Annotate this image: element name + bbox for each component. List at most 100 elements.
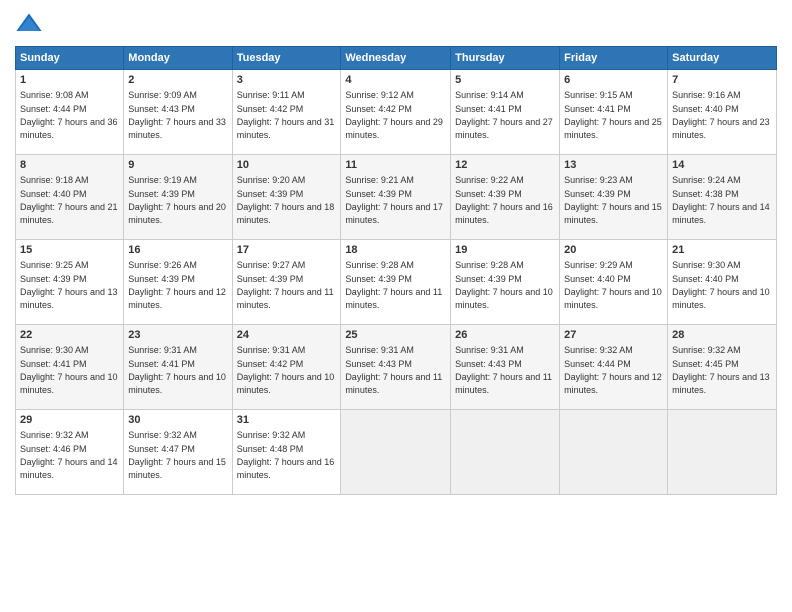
day-info: Sunrise: 9:08 AMSunset: 4:44 PMDaylight:… [20,90,118,140]
day-info: Sunrise: 9:21 AMSunset: 4:39 PMDaylight:… [345,175,443,225]
calendar-cell: 17 Sunrise: 9:27 AMSunset: 4:39 PMDaylig… [232,240,341,325]
column-header-wednesday: Wednesday [341,47,451,70]
calendar-cell: 30 Sunrise: 9:32 AMSunset: 4:47 PMDaylig… [124,410,232,495]
day-info: Sunrise: 9:32 AMSunset: 4:46 PMDaylight:… [20,430,118,480]
day-number: 7 [672,73,772,88]
calendar-cell: 7 Sunrise: 9:16 AMSunset: 4:40 PMDayligh… [668,70,777,155]
calendar-cell: 25 Sunrise: 9:31 AMSunset: 4:43 PMDaylig… [341,325,451,410]
day-number: 1 [20,73,119,88]
column-header-friday: Friday [560,47,668,70]
calendar-cell: 14 Sunrise: 9:24 AMSunset: 4:38 PMDaylig… [668,155,777,240]
header [15,10,777,38]
day-number: 19 [455,243,555,258]
calendar-cell: 13 Sunrise: 9:23 AMSunset: 4:39 PMDaylig… [560,155,668,240]
calendar-cell: 19 Sunrise: 9:28 AMSunset: 4:39 PMDaylig… [451,240,560,325]
calendar-cell: 1 Sunrise: 9:08 AMSunset: 4:44 PMDayligh… [16,70,124,155]
day-number: 6 [564,73,663,88]
day-info: Sunrise: 9:29 AMSunset: 4:40 PMDaylight:… [564,260,662,310]
day-number: 17 [237,243,337,258]
day-number: 22 [20,328,119,343]
day-number: 20 [564,243,663,258]
column-header-monday: Monday [124,47,232,70]
day-number: 14 [672,158,772,173]
day-number: 11 [345,158,446,173]
day-number: 24 [237,328,337,343]
day-number: 4 [345,73,446,88]
calendar-cell: 22 Sunrise: 9:30 AMSunset: 4:41 PMDaylig… [16,325,124,410]
calendar-cell: 24 Sunrise: 9:31 AMSunset: 4:42 PMDaylig… [232,325,341,410]
day-number: 29 [20,413,119,428]
day-info: Sunrise: 9:31 AMSunset: 4:41 PMDaylight:… [128,345,226,395]
calendar-week-1: 1 Sunrise: 9:08 AMSunset: 4:44 PMDayligh… [16,70,777,155]
calendar-cell: 27 Sunrise: 9:32 AMSunset: 4:44 PMDaylig… [560,325,668,410]
day-number: 30 [128,413,227,428]
calendar-cell: 16 Sunrise: 9:26 AMSunset: 4:39 PMDaylig… [124,240,232,325]
calendar-cell [341,410,451,495]
day-info: Sunrise: 9:11 AMSunset: 4:42 PMDaylight:… [237,90,335,140]
calendar-cell: 26 Sunrise: 9:31 AMSunset: 4:43 PMDaylig… [451,325,560,410]
logo [15,10,45,38]
calendar-cell: 28 Sunrise: 9:32 AMSunset: 4:45 PMDaylig… [668,325,777,410]
day-info: Sunrise: 9:14 AMSunset: 4:41 PMDaylight:… [455,90,553,140]
column-header-tuesday: Tuesday [232,47,341,70]
calendar-cell [560,410,668,495]
calendar-cell: 9 Sunrise: 9:19 AMSunset: 4:39 PMDayligh… [124,155,232,240]
day-number: 27 [564,328,663,343]
logo-icon [15,10,43,38]
column-header-sunday: Sunday [16,47,124,70]
day-info: Sunrise: 9:24 AMSunset: 4:38 PMDaylight:… [672,175,770,225]
calendar-week-5: 29 Sunrise: 9:32 AMSunset: 4:46 PMDaylig… [16,410,777,495]
calendar-cell: 29 Sunrise: 9:32 AMSunset: 4:46 PMDaylig… [16,410,124,495]
calendar-header-row: SundayMondayTuesdayWednesdayThursdayFrid… [16,47,777,70]
day-info: Sunrise: 9:15 AMSunset: 4:41 PMDaylight:… [564,90,662,140]
day-number: 9 [128,158,227,173]
column-header-thursday: Thursday [451,47,560,70]
calendar-cell: 23 Sunrise: 9:31 AMSunset: 4:41 PMDaylig… [124,325,232,410]
day-info: Sunrise: 9:18 AMSunset: 4:40 PMDaylight:… [20,175,118,225]
day-info: Sunrise: 9:30 AMSunset: 4:41 PMDaylight:… [20,345,118,395]
day-info: Sunrise: 9:28 AMSunset: 4:39 PMDaylight:… [455,260,553,310]
day-number: 25 [345,328,446,343]
calendar-week-3: 15 Sunrise: 9:25 AMSunset: 4:39 PMDaylig… [16,240,777,325]
day-number: 28 [672,328,772,343]
day-info: Sunrise: 9:23 AMSunset: 4:39 PMDaylight:… [564,175,662,225]
day-info: Sunrise: 9:32 AMSunset: 4:47 PMDaylight:… [128,430,226,480]
day-number: 10 [237,158,337,173]
calendar-cell: 20 Sunrise: 9:29 AMSunset: 4:40 PMDaylig… [560,240,668,325]
calendar-cell: 6 Sunrise: 9:15 AMSunset: 4:41 PMDayligh… [560,70,668,155]
day-number: 21 [672,243,772,258]
day-number: 23 [128,328,227,343]
calendar-cell: 5 Sunrise: 9:14 AMSunset: 4:41 PMDayligh… [451,70,560,155]
day-number: 26 [455,328,555,343]
day-info: Sunrise: 9:31 AMSunset: 4:43 PMDaylight:… [345,345,442,395]
calendar-week-4: 22 Sunrise: 9:30 AMSunset: 4:41 PMDaylig… [16,325,777,410]
day-number: 15 [20,243,119,258]
day-info: Sunrise: 9:32 AMSunset: 4:45 PMDaylight:… [672,345,770,395]
calendar-cell: 2 Sunrise: 9:09 AMSunset: 4:43 PMDayligh… [124,70,232,155]
calendar-cell: 21 Sunrise: 9:30 AMSunset: 4:40 PMDaylig… [668,240,777,325]
day-info: Sunrise: 9:28 AMSunset: 4:39 PMDaylight:… [345,260,442,310]
page: SundayMondayTuesdayWednesdayThursdayFrid… [0,0,792,612]
day-number: 31 [237,413,337,428]
day-info: Sunrise: 9:16 AMSunset: 4:40 PMDaylight:… [672,90,770,140]
day-info: Sunrise: 9:32 AMSunset: 4:44 PMDaylight:… [564,345,662,395]
column-header-saturday: Saturday [668,47,777,70]
day-info: Sunrise: 9:31 AMSunset: 4:43 PMDaylight:… [455,345,552,395]
day-number: 12 [455,158,555,173]
calendar-cell: 10 Sunrise: 9:20 AMSunset: 4:39 PMDaylig… [232,155,341,240]
calendar-cell [668,410,777,495]
calendar-week-2: 8 Sunrise: 9:18 AMSunset: 4:40 PMDayligh… [16,155,777,240]
calendar-cell: 31 Sunrise: 9:32 AMSunset: 4:48 PMDaylig… [232,410,341,495]
calendar-cell: 3 Sunrise: 9:11 AMSunset: 4:42 PMDayligh… [232,70,341,155]
calendar-cell: 4 Sunrise: 9:12 AMSunset: 4:42 PMDayligh… [341,70,451,155]
day-info: Sunrise: 9:25 AMSunset: 4:39 PMDaylight:… [20,260,118,310]
calendar-cell: 18 Sunrise: 9:28 AMSunset: 4:39 PMDaylig… [341,240,451,325]
day-info: Sunrise: 9:12 AMSunset: 4:42 PMDaylight:… [345,90,443,140]
day-info: Sunrise: 9:30 AMSunset: 4:40 PMDaylight:… [672,260,770,310]
day-number: 13 [564,158,663,173]
day-info: Sunrise: 9:22 AMSunset: 4:39 PMDaylight:… [455,175,553,225]
calendar-cell: 12 Sunrise: 9:22 AMSunset: 4:39 PMDaylig… [451,155,560,240]
calendar-cell [451,410,560,495]
day-info: Sunrise: 9:32 AMSunset: 4:48 PMDaylight:… [237,430,335,480]
day-info: Sunrise: 9:26 AMSunset: 4:39 PMDaylight:… [128,260,226,310]
